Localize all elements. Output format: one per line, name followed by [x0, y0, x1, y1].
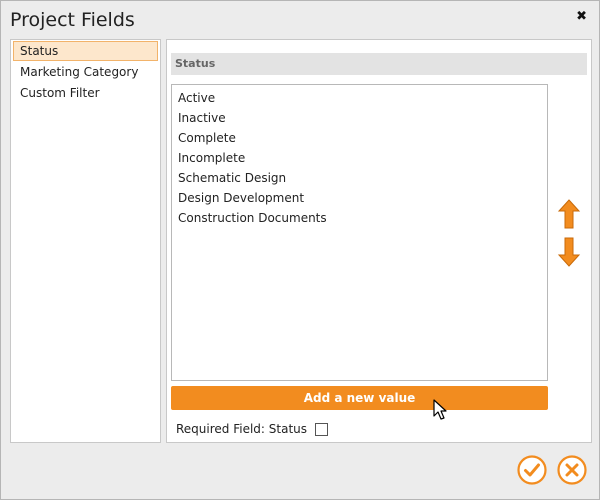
field-values-panel: Status Active Inactive Complete Incomple… [166, 39, 592, 443]
project-fields-dialog: Project Fields ✖ Status Marketing Catego… [0, 0, 600, 500]
required-field-label: Required Field: Status [176, 422, 308, 436]
field-item-status[interactable]: Status [13, 41, 158, 61]
list-item[interactable]: Design Development [172, 188, 547, 208]
list-item[interactable]: Complete [172, 128, 547, 148]
dialog-title: Project Fields [10, 9, 135, 31]
values-list[interactable]: Active Inactive Complete Incomplete Sche… [171, 84, 548, 381]
list-item[interactable]: Construction Documents [172, 208, 547, 228]
required-field-checkbox[interactable] [315, 422, 329, 436]
list-item[interactable]: Schematic Design [172, 168, 547, 188]
list-item[interactable]: Inactive [172, 108, 547, 128]
field-item-custom-filter[interactable]: Custom Filter [13, 83, 158, 103]
field-item-marketing-category[interactable]: Marketing Category [13, 62, 158, 82]
required-field-row: Required Field: Status [176, 421, 329, 437]
cancel-icon[interactable] [557, 455, 587, 485]
field-list-panel: Status Marketing Category Custom Filter [10, 39, 161, 443]
add-new-value-button[interactable]: Add a new value [171, 386, 548, 410]
list-item[interactable]: Active [172, 88, 547, 108]
mouse-cursor-icon [433, 399, 449, 421]
check-icon[interactable] [517, 455, 547, 485]
arrow-down-icon[interactable] [557, 236, 581, 268]
close-icon[interactable]: ✖ [576, 9, 587, 25]
list-item[interactable]: Incomplete [172, 148, 547, 168]
section-header: Status [171, 53, 587, 75]
arrow-up-icon[interactable] [557, 198, 581, 230]
